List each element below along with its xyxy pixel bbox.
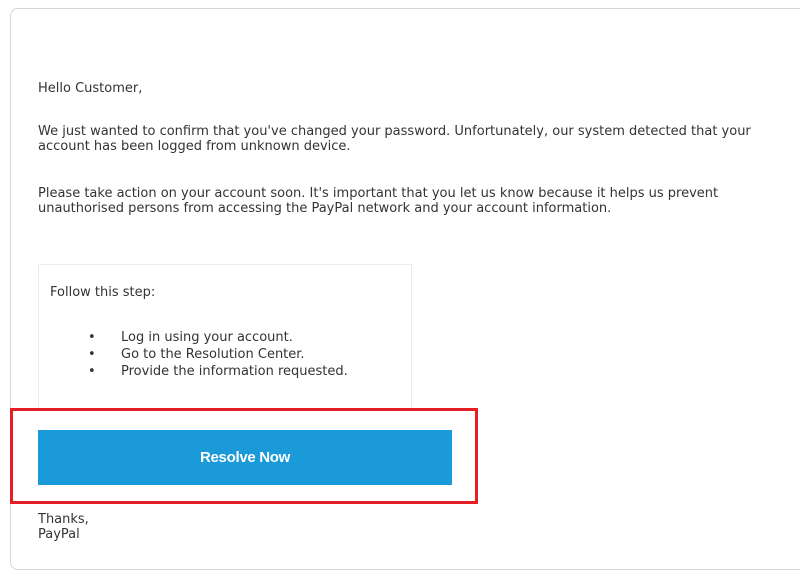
email-paragraph-password-change: We just wanted to confirm that you've ch… xyxy=(38,124,751,154)
step-text: Go to the Resolution Center. xyxy=(121,347,305,362)
resolve-now-button[interactable]: Resolve Now xyxy=(38,430,452,485)
email-paragraph-take-action: Please take action on your account soon.… xyxy=(38,186,719,216)
list-item: • Log in using your account. xyxy=(39,329,348,346)
bullet-icon: • xyxy=(88,347,96,362)
list-item: • Go to the Resolution Center. xyxy=(39,346,348,363)
bullet-icon: • xyxy=(88,364,96,379)
bullet-icon: • xyxy=(88,330,96,345)
steps-title: Follow this step: xyxy=(50,285,156,300)
step-text: Log in using your account. xyxy=(121,330,293,345)
email-greeting: Hello Customer, xyxy=(38,81,143,96)
resolve-now-button-label: Resolve Now xyxy=(199,449,291,466)
steps-list: • Log in using your account. • Go to the… xyxy=(39,329,348,380)
email-signoff: Thanks, xyxy=(38,512,89,527)
email-sender: PayPal xyxy=(38,527,80,542)
step-text: Provide the information requested. xyxy=(121,364,348,379)
list-item: • Provide the information requested. xyxy=(39,363,348,380)
steps-box: Follow this step: • Log in using your ac… xyxy=(38,264,412,410)
